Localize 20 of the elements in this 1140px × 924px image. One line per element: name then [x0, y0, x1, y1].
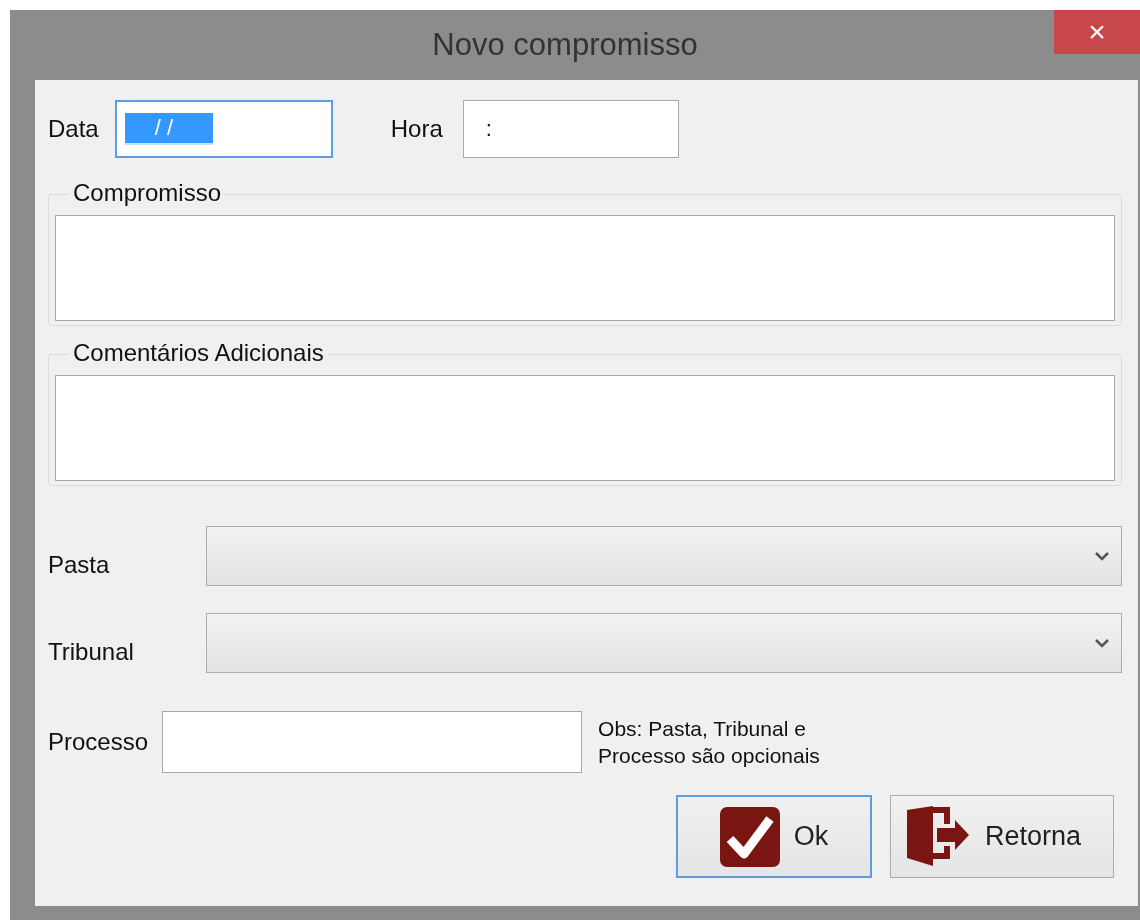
- text-area[interactable]: [55, 215, 1115, 321]
- checkmark-icon: [719, 806, 780, 867]
- time-field[interactable]: :: [462, 100, 679, 158]
- chevron-down-icon: [1095, 638, 1109, 648]
- text-area[interactable]: [55, 375, 1115, 481]
- dropdown-label: Tribunal: [48, 637, 135, 666]
- dropdown-label: Pasta: [48, 550, 111, 579]
- window-title: Novo compromisso: [432, 27, 698, 63]
- chevron-down-icon: [1095, 551, 1109, 561]
- process-label: Processo: [48, 728, 149, 756]
- dropdown[interactable]: [206, 613, 1122, 673]
- time-label: Hora: [390, 115, 443, 143]
- process-field[interactable]: [162, 711, 583, 773]
- ok-button[interactable]: Ok: [676, 795, 872, 878]
- note-text: Obs: Pasta, Tribunal e Processo são opcionais: [598, 715, 820, 769]
- return-button[interactable]: Retorna: [890, 795, 1114, 878]
- date-label: Data: [48, 115, 99, 143]
- close-button[interactable]: ×: [1054, 10, 1140, 54]
- dropdown[interactable]: [206, 526, 1122, 586]
- door-exit-icon: [907, 805, 971, 868]
